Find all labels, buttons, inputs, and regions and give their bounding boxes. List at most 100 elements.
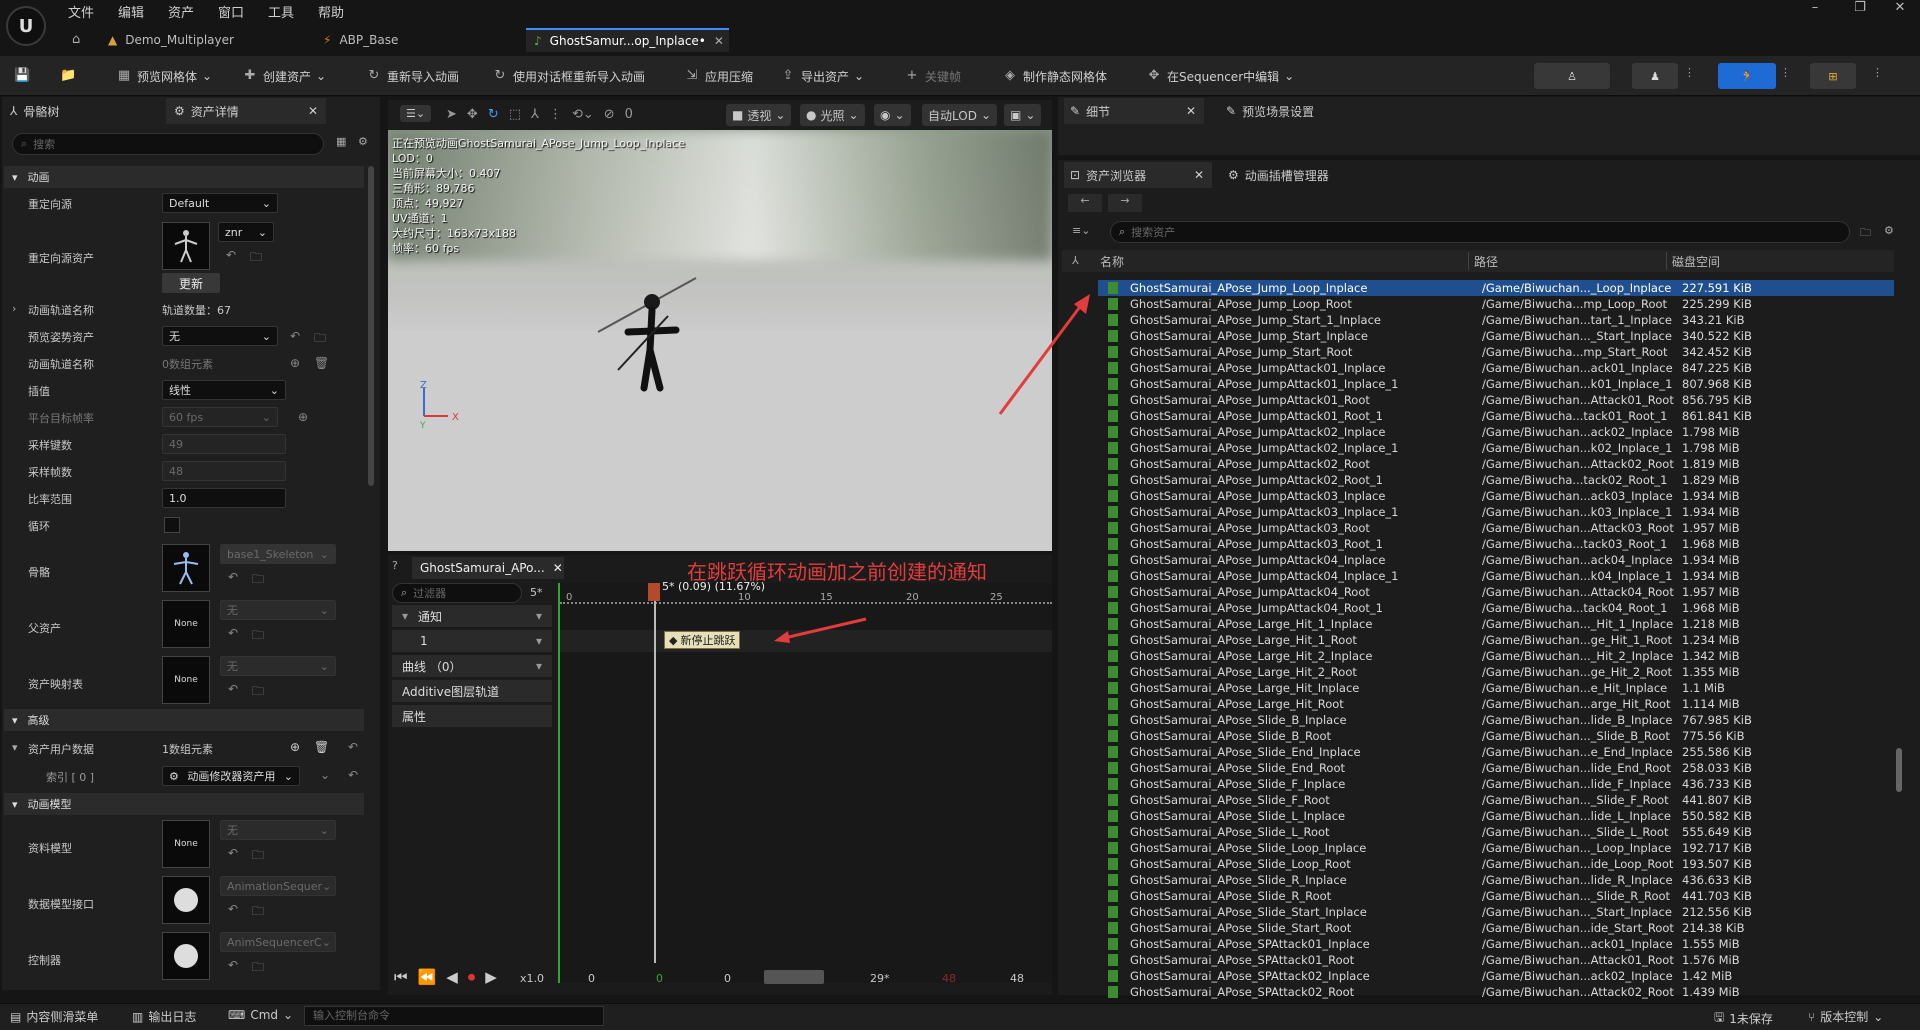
reimport-dialog-button[interactable]: ↻ 使用对话框重新导入动画 [492, 64, 645, 88]
browse-asset-icon[interactable]: 🗀 [252, 626, 264, 647]
asset-row[interactable]: GhostSamurai_APose_Jump_Loop_Root/Game/B… [1098, 296, 1894, 312]
data-model-dropdown[interactable]: 无 ⌄ [220, 820, 336, 840]
play-icon[interactable]: ▶ [485, 968, 497, 986]
edit-in-sequencer-button[interactable]: ✥ 在Sequencer中编辑 ⌄ [1146, 64, 1295, 88]
more-options-icon[interactable]: ⋮ [549, 107, 562, 122]
tab-anim-slot-manager[interactable]: ⚙ 动画插槽管理器 [1228, 162, 1329, 188]
chevron-down-icon[interactable]: ⌄ [320, 768, 330, 782]
use-selected-icon[interactable]: ↶ [228, 846, 238, 860]
more-options-icon[interactable]: ⋮ [1684, 66, 1695, 79]
asset-row[interactable]: GhostSamurai_APose_JumpAttack04_Inplace_… [1098, 568, 1894, 584]
loop-checkbox[interactable] [164, 517, 180, 533]
asset-row[interactable]: GhostSamurai_APose_Slide_End_Inplace/Gam… [1098, 744, 1894, 760]
timeline-scrollbar[interactable] [764, 970, 824, 984]
skeleton-dropdown[interactable]: base1_Skeleton ⌄ [220, 544, 336, 564]
rotation-snap-value[interactable]: 0 [625, 107, 633, 122]
retarget-asset-thumbnail[interactable] [162, 222, 210, 270]
unreal-logo-icon[interactable]: U [6, 6, 46, 46]
interpolation-dropdown[interactable]: 线性 ⌄ [162, 380, 286, 400]
preview-mesh-button[interactable]: ▦ 预览网格体 ⌄ [116, 64, 212, 88]
skeleton-thumbnail[interactable] [162, 544, 210, 592]
scale-icon[interactable]: ⬚ [509, 107, 521, 122]
asset-row[interactable]: GhostSamurai_APose_SPAttack01_Root/Game/… [1098, 952, 1894, 968]
asset-row[interactable]: GhostSamurai_APose_Large_Hit_Inplace/Gam… [1098, 680, 1894, 696]
use-selected-icon[interactable]: ↶ [228, 682, 238, 696]
perspective-button[interactable]: ■ 透视 ⌄ [726, 104, 792, 126]
platform-fps-dropdown[interactable]: 60 fps ⌄ [162, 407, 278, 427]
column-size[interactable]: 磁盘空间 [1672, 253, 1720, 270]
asset-row[interactable]: GhostSamurai_APose_Slide_L_Root/Game/Biw… [1098, 824, 1894, 840]
asset-row[interactable]: GhostSamurai_APose_JumpAttack01_Root_1/G… [1098, 408, 1894, 424]
translate-icon[interactable]: ✥ [467, 107, 478, 122]
asset-row[interactable]: GhostSamurai_APose_Large_Hit_1_Inplace/G… [1098, 616, 1894, 632]
minimize-icon[interactable]: – [1795, 0, 1835, 22]
browse-asset-icon[interactable]: 🗀 [252, 682, 264, 703]
tab-preview-scene-settings[interactable]: ✎ 预览场景设置 [1226, 98, 1314, 124]
asset-row[interactable]: GhostSamurai_APose_Large_Hit_1_Root/Game… [1098, 632, 1894, 648]
use-selected-icon[interactable]: ↶ [228, 570, 238, 584]
parent-asset-thumbnail[interactable]: None [162, 600, 210, 648]
asset-row[interactable]: GhostSamurai_APose_Jump_Start_1_Inplace /… [1098, 312, 1894, 328]
delete-icon[interactable]: 🗑 [314, 356, 329, 370]
unsaved-button[interactable]: 🖫 1未保存 [1714, 1008, 1773, 1029]
tab-skeleton-tree[interactable]: ⅄ 骨骼树 [10, 98, 59, 124]
frame-start[interactable]: 0 [588, 972, 595, 985]
auto-lod-button[interactable]: 自动LOD ⌄ [922, 104, 998, 126]
asset-mapping-dropdown[interactable]: 无 ⌄ [220, 656, 336, 676]
menu-window[interactable]: 窗口 [218, 2, 244, 21]
folder-icon[interactable]: 🗀 [1860, 224, 1871, 243]
asset-row[interactable]: GhostSamurai_APose_Jump_Loop_Inplace/Gam… [1098, 280, 1894, 296]
home-icon[interactable]: ⌂ [72, 32, 80, 47]
section-advanced[interactable]: ▾ 高级 [4, 709, 364, 731]
asset-row[interactable]: GhostSamurai_APose_JumpAttack01_Inplace /… [1098, 360, 1894, 376]
parent-asset-dropdown[interactable]: 无 ⌄ [220, 600, 336, 620]
menu-asset[interactable]: 资产 [168, 2, 194, 21]
asset-row[interactable]: GhostSamurai_APose_Jump_Start_Root/Game/… [1098, 344, 1894, 360]
notify-marker[interactable]: ◆ 新停止跳跃 [664, 631, 741, 649]
asset-row[interactable]: GhostSamurai_APose_Slide_Start_Root/Game… [1098, 920, 1894, 936]
skeleton-mode-icon[interactable]: ♙ [1534, 63, 1610, 89]
track-additive[interactable]: Additive图层轨道 [392, 680, 552, 702]
source-control-button[interactable]: ⑂ 版本控制 ⌄ [1808, 1008, 1883, 1025]
asset-row[interactable]: GhostSamurai_APose_JumpAttack04_Root/Gam… [1098, 584, 1894, 600]
snap-icon[interactable]: ⟲⌄ [572, 107, 594, 122]
use-selected-icon[interactable]: ↶ [228, 902, 238, 916]
browse-asset-icon[interactable]: 🗀 [252, 846, 264, 867]
tab-details[interactable]: ✎ 细节 ✕ [1064, 98, 1204, 124]
show-button[interactable]: ◉ ⌄ [874, 104, 911, 126]
blueprint-mode-icon[interactable]: ⊞ [1810, 63, 1856, 89]
close-window-icon[interactable]: ✕ [1880, 0, 1920, 22]
settings-icon[interactable]: ⚙ [1884, 224, 1894, 237]
keyframe-button[interactable]: + 关键帧 [904, 64, 961, 88]
mesh-mode-icon[interactable]: ♟ [1632, 63, 1678, 89]
asset-row[interactable]: GhostSamurai_APose_Slide_F_Inplace/Game/… [1098, 776, 1894, 792]
viewport-options-icon[interactable]: ☰⌄ [400, 105, 432, 122]
asset-row[interactable]: GhostSamurai_APose_JumpAttack03_Inplace_… [1098, 504, 1894, 520]
reset-icon[interactable]: ↶ [348, 740, 358, 754]
menu-tools[interactable]: 工具 [268, 2, 294, 21]
record-icon[interactable]: ⏺ [468, 968, 476, 986]
controller-dropdown[interactable]: AnimSequencerC ⌄ [220, 932, 336, 952]
asset-row[interactable]: GhostSamurai_APose_JumpAttack04_Root_1/G… [1098, 600, 1894, 616]
tab-close-icon[interactable]: ✕ [714, 34, 724, 48]
create-asset-button[interactable]: ✚ 创建资产 ⌄ [242, 64, 327, 88]
tab-demo-multiplayer[interactable]: ▲ Demo_Multiplayer [100, 28, 300, 52]
use-selected-icon[interactable]: ↶ [290, 329, 300, 343]
asset-row[interactable]: GhostSamurai_APose_JumpAttack02_Inplace_… [1098, 440, 1894, 456]
asset-mapping-thumbnail[interactable]: None [162, 656, 210, 704]
reimport-button[interactable]: ↻ 重新导入动画 [366, 64, 459, 88]
lighting-button[interactable]: ● 光照 ⌄ [800, 104, 865, 126]
asset-row[interactable]: GhostSamurai_APose_JumpAttack02_Root_1/G… [1098, 472, 1894, 488]
browse-asset-icon[interactable]: 🗀 [250, 248, 262, 269]
asset-row[interactable]: GhostSamurai_APose_Jump_Start_Inplace/Ga… [1098, 328, 1894, 344]
track-notify[interactable]: ▾ 通知 ▾ [392, 605, 552, 627]
asset-row[interactable]: GhostSamurai_APose_JumpAttack02_Root/Gam… [1098, 456, 1894, 472]
asset-row[interactable]: GhostSamurai_APose_Slide_F_Root/Game/Biw… [1098, 792, 1894, 808]
retarget-source-dropdown[interactable]: Default ⌄ [162, 193, 278, 213]
asset-row[interactable]: GhostSamurai_APose_Slide_L_Inplace/Game/… [1098, 808, 1894, 824]
asset-row[interactable]: GhostSamurai_APose_Large_Hit_2_Root/Game… [1098, 664, 1894, 680]
screen-options-button[interactable]: ▣ ⌄ [1004, 104, 1042, 126]
asset-row[interactable]: GhostSamurai_APose_JumpAttack01_Root/Gam… [1098, 392, 1894, 408]
tab-asset-browser[interactable]: ⊡ 资产浏览器 ✕ [1064, 162, 1212, 188]
add-element-icon[interactable]: ⊕ [290, 740, 300, 754]
